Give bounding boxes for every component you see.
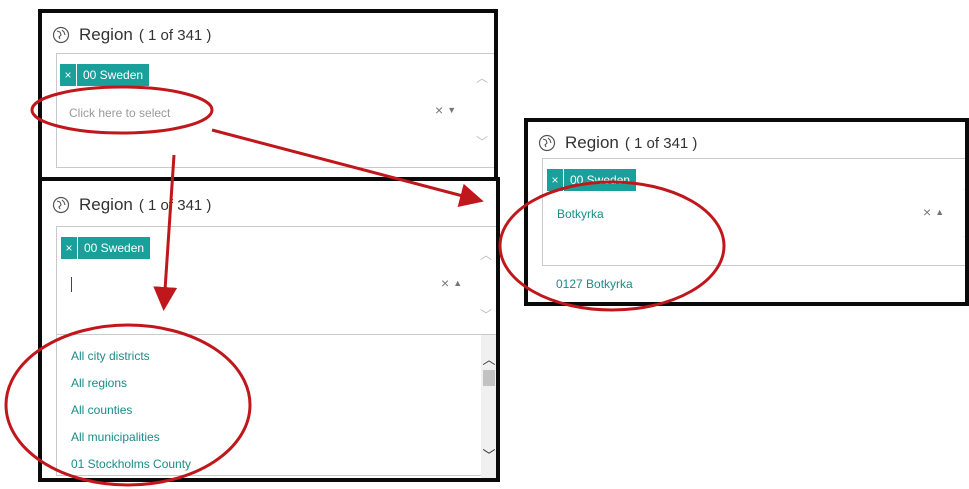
scroll-up-icon[interactable]: ︿: [475, 70, 489, 85]
region-globe-icon: [52, 196, 70, 214]
text-cursor: [71, 277, 72, 292]
scrollbar-thumb[interactable]: [483, 370, 495, 386]
selected-chip: × 00 Sweden: [547, 169, 637, 191]
option-all-municipalities[interactable]: All municipalities: [71, 430, 160, 444]
dropdown-toggle[interactable]: ▲: [935, 207, 944, 217]
region-label: Region: [79, 195, 133, 214]
chip-label: 00 Sweden: [83, 68, 144, 82]
scroll-up-icon[interactable]: ︿: [963, 177, 965, 192]
scroll-up-icon[interactable]: ︿: [479, 247, 493, 262]
options-list: All city districts All regions All count…: [57, 334, 496, 478]
option-all-regions[interactable]: All regions: [71, 376, 127, 390]
option-all-city-districts[interactable]: All city districts: [71, 349, 150, 363]
search-result-botkyrka[interactable]: 0127 Botkyrka: [556, 277, 633, 291]
region-panel-search: Region ( 1 of 341 ) × 00 Sweden Botkyrka…: [524, 118, 969, 306]
region-header: Region ( 1 of 341 ): [538, 133, 697, 153]
region-count: ( 1 of 341 ): [138, 196, 212, 214]
region-count: ( 1 of 341 ): [624, 134, 698, 152]
scrollbar-down-arrow[interactable]: ﹀: [481, 445, 496, 464]
region-globe-icon: [52, 26, 70, 44]
region-panel-collapsed: Region ( 1 of 341 ) × 00 Sweden Click he…: [38, 9, 498, 181]
chip-label: 00 Sweden: [570, 173, 631, 187]
option-all-counties[interactable]: All counties: [71, 403, 132, 417]
remove-chip-button[interactable]: ×: [60, 64, 77, 86]
region-globe-icon: [538, 134, 556, 152]
scroll-down-icon[interactable]: ﹀: [475, 134, 489, 149]
region-count: ( 1 of 341 ): [138, 26, 212, 44]
clear-button[interactable]: ×: [923, 204, 931, 220]
scrollbar-up-arrow[interactable]: ︿: [481, 349, 496, 368]
selected-chip: × 00 Sweden: [60, 64, 150, 86]
scroll-down-icon[interactable]: ﹀: [479, 307, 493, 322]
search-input[interactable]: Botkyrka: [557, 207, 604, 221]
options-scrollbar[interactable]: ︿ ﹀: [481, 335, 496, 478]
select-controls: × ▼: [435, 102, 456, 118]
region-label: Region: [565, 133, 619, 152]
region-header: Region ( 1 of 341 ): [52, 195, 211, 215]
region-select-box[interactable]: × 00 Sweden × ▲ ︿ ﹀ All city districts A…: [56, 226, 496, 478]
scroll-down-icon[interactable]: ﹀: [963, 234, 965, 249]
clear-button[interactable]: ×: [435, 102, 443, 118]
chip-label: 00 Sweden: [84, 241, 145, 255]
select-placeholder[interactable]: Click here to select: [69, 106, 170, 120]
option-stockholms-county[interactable]: 01 Stockholms County: [71, 457, 191, 471]
remove-chip-button[interactable]: ×: [547, 169, 564, 191]
remove-chip-button[interactable]: ×: [61, 237, 78, 259]
dropdown-toggle[interactable]: ▼: [447, 105, 456, 115]
region-label: Region: [79, 25, 133, 44]
selected-chip: × 00 Sweden: [61, 237, 151, 259]
select-controls: × ▲: [923, 204, 944, 220]
select-controls: × ▲: [441, 275, 462, 291]
region-panel-expanded: Region ( 1 of 341 ) × 00 Sweden × ▲ ︿ ﹀ …: [38, 177, 500, 482]
clear-button[interactable]: ×: [441, 275, 449, 291]
region-select-box[interactable]: × 00 Sweden Botkyrka × ▲ ︿ ﹀: [542, 158, 965, 266]
dropdown-toggle[interactable]: ▲: [453, 278, 462, 288]
region-header: Region ( 1 of 341 ): [52, 25, 211, 45]
region-select-box[interactable]: × 00 Sweden Click here to select × ▼ ︿ ﹀: [56, 53, 494, 168]
